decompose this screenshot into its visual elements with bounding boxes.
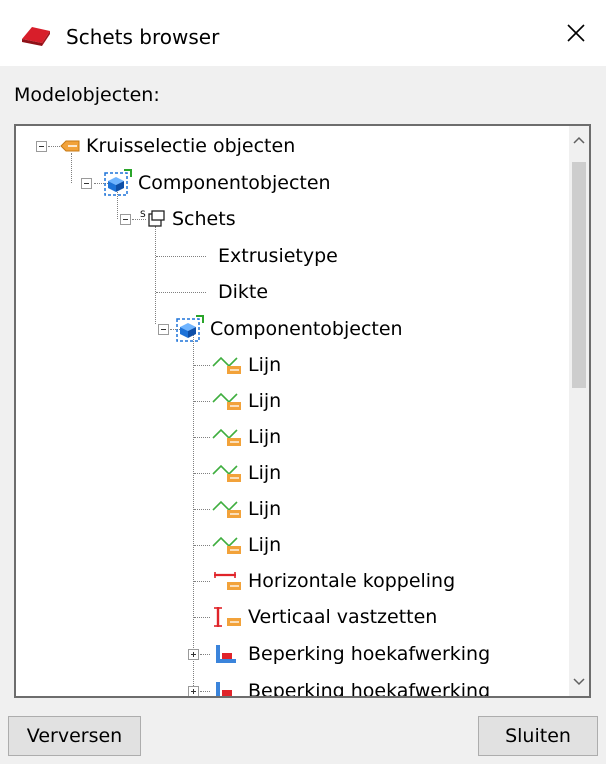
tree-item-line[interactable]: Lijn (212, 347, 281, 383)
tree-item-component-objects[interactable]: Componentobjecten (104, 165, 331, 201)
tree-connector (155, 226, 156, 324)
tree-connector (194, 473, 210, 474)
tree-item-chamfer-constraint[interactable]: Beperking hoekafwerking (212, 673, 490, 696)
chevron-down-icon (573, 678, 585, 686)
tree-connector (194, 365, 210, 366)
sketch-icon: S (140, 210, 165, 227)
expand-toggle[interactable] (188, 649, 199, 660)
refresh-button[interactable]: Verversen (8, 716, 141, 756)
vertical-scrollbar[interactable] (569, 126, 589, 696)
scroll-up-button[interactable] (569, 130, 589, 150)
model-objects-tree[interactable]: Kruisselectie objecten Componentobjecten… (14, 124, 591, 698)
tree-connector (194, 401, 210, 402)
tree-item-component-objects-nested[interactable]: Componentobjecten (176, 311, 403, 347)
line-icon (212, 464, 241, 482)
title-bar: Schets browser (0, 0, 606, 66)
tree-item-extrusion-type[interactable]: Extrusietype (212, 238, 338, 274)
expand-toggle[interactable] (188, 686, 199, 696)
app-logo-icon (22, 27, 50, 46)
collapse-toggle[interactable] (120, 214, 131, 225)
collapse-toggle[interactable] (158, 324, 169, 335)
horizontal-constraint-icon (214, 572, 241, 590)
chamfer-constraint-icon (216, 682, 236, 696)
scrollbar-thumb[interactable] (572, 162, 586, 388)
scroll-down-button[interactable] (569, 672, 589, 692)
close-button[interactable]: Sluiten (478, 716, 598, 756)
tree-connector (194, 545, 210, 546)
tree-connector (194, 617, 210, 618)
tree-connector (200, 654, 210, 655)
chamfer-constraint-icon (216, 645, 236, 663)
component-icon (176, 315, 204, 342)
window-title: Schets browser (66, 25, 220, 49)
tag-icon (60, 140, 80, 152)
close-window-button[interactable] (546, 0, 606, 66)
collapse-toggle[interactable] (36, 141, 47, 152)
line-icon (212, 428, 241, 446)
tree-item-horizontal-coupling[interactable]: Horizontale koppeling (212, 563, 455, 599)
tree-connector (156, 292, 206, 293)
collapse-toggle[interactable] (81, 178, 92, 189)
vertical-constraint-icon (214, 607, 241, 627)
tree-item-line[interactable]: Lijn (212, 491, 281, 527)
chevron-up-icon (573, 136, 585, 144)
svg-text:S: S (140, 210, 146, 220)
tree-connector (194, 581, 210, 582)
model-objects-label: Modelobjecten: (14, 84, 160, 106)
tree-content: Kruisselectie objecten Componentobjecten… (16, 126, 569, 696)
tree-connector (200, 691, 210, 692)
tree-item-line[interactable]: Lijn (212, 527, 281, 563)
tree-connector (193, 334, 194, 696)
tree-connector (194, 437, 210, 438)
line-icon (212, 500, 241, 518)
tree-item-vertical-fix[interactable]: Verticaal vastzetten (212, 599, 437, 635)
tree-item-sketch[interactable]: S Schets (140, 201, 236, 237)
tree-connector (48, 146, 60, 147)
tree-item-line[interactable]: Lijn (212, 419, 281, 455)
tree-item-line[interactable]: Lijn (212, 455, 281, 491)
line-icon (212, 536, 241, 554)
line-icon (212, 356, 241, 374)
tree-item-line[interactable]: Lijn (212, 383, 281, 419)
tree-connector (194, 509, 210, 510)
close-icon (567, 24, 585, 42)
tree-item-thickness[interactable]: Dikte (212, 274, 268, 310)
tree-item-chamfer-constraint[interactable]: Beperking hoekafwerking (212, 636, 490, 672)
tree-item-crossselection[interactable]: Kruisselectie objecten (60, 128, 295, 164)
tree-connector (156, 256, 206, 257)
component-icon (104, 169, 132, 196)
line-icon (212, 392, 241, 410)
